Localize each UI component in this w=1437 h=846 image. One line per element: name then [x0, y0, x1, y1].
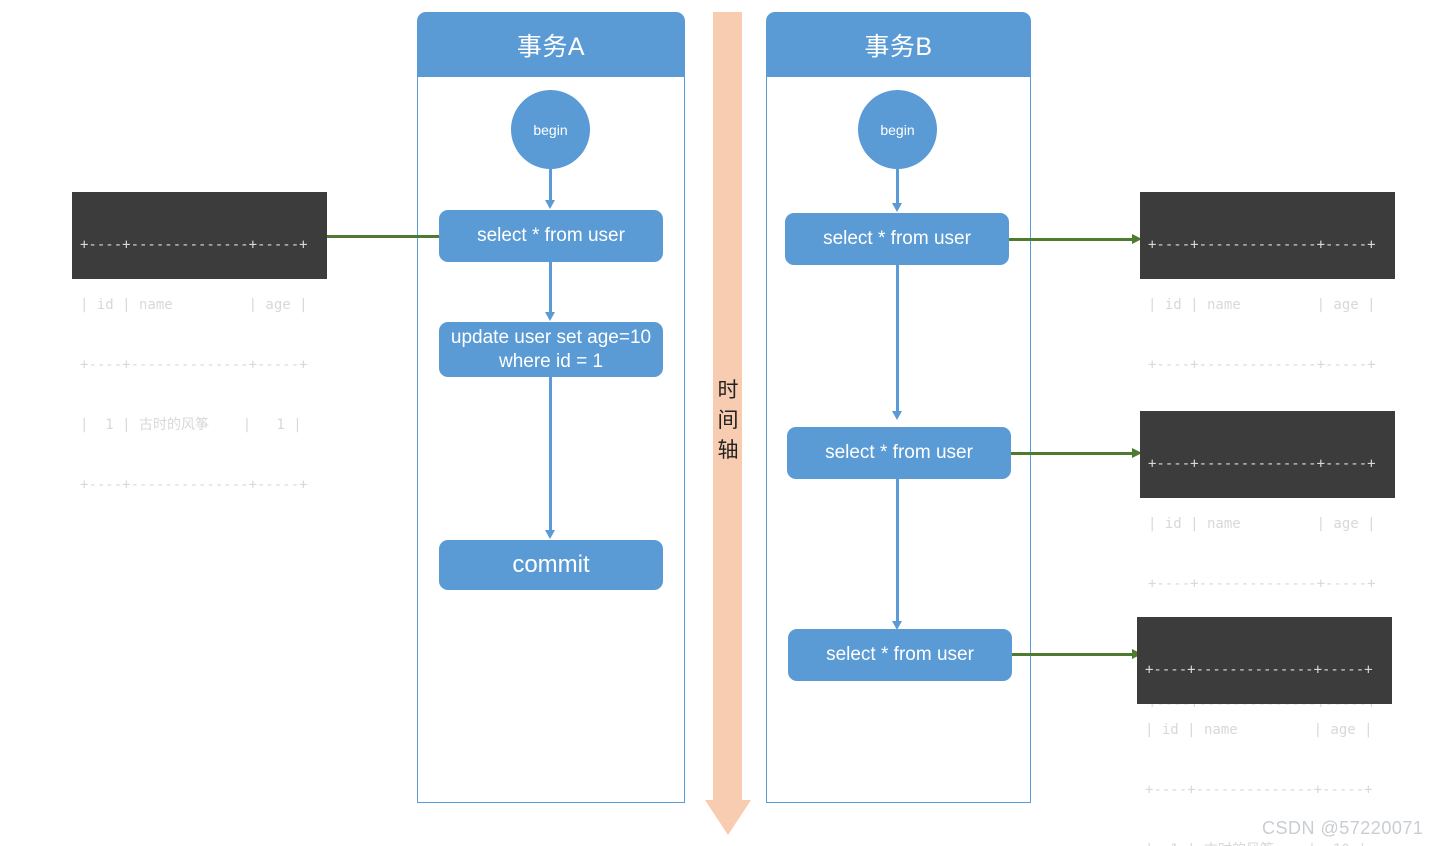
- diagram-canvas: 事务A begin select * from user update user…: [0, 0, 1437, 846]
- timeline-label: 时 间 轴: [713, 376, 743, 466]
- node-b-select-3[interactable]: select * from user: [788, 629, 1012, 681]
- result-line: +----+--------------+-----+: [80, 357, 308, 373]
- node-a-select[interactable]: select * from user: [439, 210, 663, 262]
- connector-a-update-commit: [549, 377, 552, 532]
- node-b-select-1-label: select * from user: [823, 228, 971, 250]
- connector-b-begin-select1-arrowhead: [892, 203, 902, 212]
- result-arrow-b-select-1-line: [1009, 238, 1134, 241]
- node-a-commit-label: commit: [512, 551, 590, 579]
- connector-a-begin-select-arrowhead: [545, 200, 555, 209]
- result-line: +----+--------------+-----+: [1145, 662, 1373, 678]
- node-a-update[interactable]: update user set age=10 where id = 1: [439, 322, 663, 377]
- timeline-label-char-2: 间: [717, 409, 739, 432]
- result-line: +----+--------------+-----+: [1148, 576, 1376, 592]
- node-b-select-3-label: select * from user: [826, 644, 974, 666]
- result-line: | id | name | age |: [1145, 722, 1373, 738]
- timeline-label-char-1: 时: [717, 379, 739, 402]
- node-b-begin[interactable]: begin: [858, 90, 937, 169]
- result-table-b-select-1: +----+--------------+-----+ | id | name …: [1140, 192, 1395, 493]
- result-line: | id | name | age |: [80, 297, 308, 313]
- result-line: | 1 | 古时的风筝 | 10 |: [1145, 840, 1386, 846]
- node-a-begin[interactable]: begin: [511, 90, 590, 169]
- result-line: | id | name | age |: [1148, 297, 1376, 313]
- connector-a-begin-select: [549, 169, 552, 202]
- node-a-begin-label: begin: [533, 121, 568, 138]
- transaction-a-title: 事务A: [516, 32, 586, 61]
- result-line: +----+--------------+-----+: [1148, 237, 1376, 253]
- result-line: +----+--------------+-----+: [80, 477, 308, 493]
- node-b-select-2[interactable]: select * from user: [787, 427, 1011, 479]
- node-a-select-label: select * from user: [477, 225, 625, 247]
- result-line: +----+--------------+-----+: [1145, 782, 1373, 798]
- result-table-b-select-3: +----+--------------+-----+ | id | name …: [1137, 617, 1392, 846]
- node-a-commit[interactable]: commit: [439, 540, 663, 590]
- connector-b-select1-select2: [896, 265, 899, 413]
- result-arrow-b-select-3-line: [1012, 653, 1134, 656]
- transaction-b-title: 事务B: [864, 32, 933, 61]
- result-arrow-b-select-2-line: [1011, 452, 1134, 455]
- node-b-select-1[interactable]: select * from user: [785, 213, 1009, 265]
- connector-a-select-update-arrowhead: [545, 312, 555, 321]
- connector-a-select-update: [549, 262, 552, 314]
- result-line: +----+--------------+-----+: [80, 237, 308, 253]
- node-a-update-label: update user set age=10 where id = 1: [450, 327, 652, 372]
- connector-a-update-commit-arrowhead: [545, 530, 555, 539]
- transaction-a-header: 事务A: [417, 12, 685, 77]
- result-line: | id | name | age |: [1148, 516, 1376, 532]
- timeline-label-char-3: 轴: [717, 439, 739, 462]
- connector-b-select1-select2-arrowhead: [892, 411, 902, 420]
- transaction-b-header: 事务B: [766, 12, 1031, 77]
- node-b-begin-label: begin: [880, 121, 915, 138]
- result-line: | 1 | 古时的风筝 | 1 |: [80, 417, 302, 433]
- result-table-b-select-2: +----+--------------+-----+ | id | name …: [1140, 411, 1395, 712]
- result-table-a-select: +----+--------------+-----+ | id | name …: [72, 192, 327, 493]
- result-line: +----+--------------+-----+: [1148, 357, 1376, 373]
- connector-b-select2-select3: [896, 479, 899, 623]
- timeline-arrow-icon: [705, 800, 751, 835]
- result-line: +----+--------------+-----+: [1148, 456, 1376, 472]
- csdn-watermark: CSDN @57220071: [1262, 818, 1424, 838]
- node-b-select-2-label: select * from user: [825, 442, 973, 464]
- connector-b-begin-select1: [896, 169, 899, 204]
